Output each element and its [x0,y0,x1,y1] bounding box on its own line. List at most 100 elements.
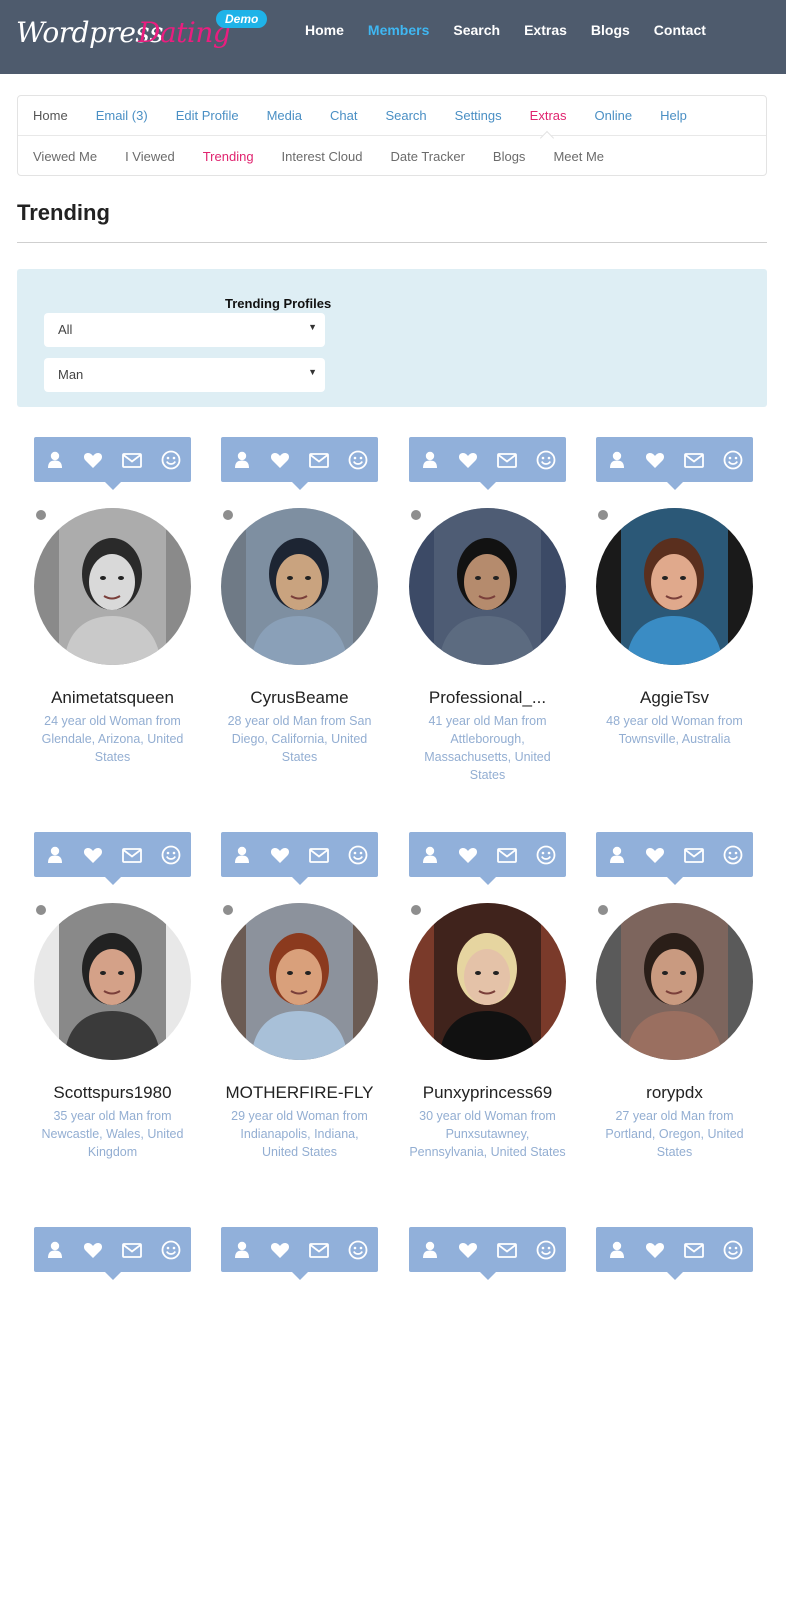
member-name[interactable]: Professional_... [399,688,576,708]
view-profile-button[interactable] [231,1239,253,1261]
profile-icon [44,449,66,471]
subnav-email[interactable]: Email (3) [96,108,148,123]
view-profile-button[interactable] [44,1239,66,1261]
member-name[interactable]: Punxyprincess69 [399,1083,576,1103]
send-message-button[interactable] [121,449,143,471]
trending-period-select[interactable]: All ▼ [44,313,325,347]
send-wink-button[interactable] [535,844,557,866]
subnav-interest-cloud[interactable]: Interest Cloud [282,149,363,164]
subnav-edit-profile[interactable]: Edit Profile [176,108,239,123]
subnav-media[interactable]: Media [267,108,302,123]
send-message-button[interactable] [308,1239,330,1261]
view-profile-button[interactable] [231,844,253,866]
mail-icon [683,1239,705,1261]
send-message-button[interactable] [121,844,143,866]
view-profile-button[interactable] [44,844,66,866]
subnav-date-tracker[interactable]: Date Tracker [390,149,464,164]
gender-select[interactable]: Man ▼ [44,358,325,392]
nav-search[interactable]: Search [453,22,500,38]
subnav-online[interactable]: Online [595,108,633,123]
add-favorite-button[interactable] [644,1239,666,1261]
view-profile-button[interactable] [419,449,441,471]
subnav-meet-me[interactable]: Meet Me [553,149,604,164]
add-favorite-button[interactable] [269,844,291,866]
subnav-trending[interactable]: Trending [203,149,254,164]
subnav-chat[interactable]: Chat [330,108,357,123]
add-favorite-button[interactable] [644,844,666,866]
member-avatar[interactable] [596,508,753,665]
view-profile-button[interactable] [606,449,628,471]
view-profile-button[interactable] [419,1239,441,1261]
member-name[interactable]: Animetatsqueen [24,688,201,708]
subnav-home[interactable]: Home [33,108,68,123]
member-avatar[interactable] [221,508,378,665]
subnav-viewed-me[interactable]: Viewed Me [33,149,97,164]
online-status-dot [222,904,234,916]
view-profile-button[interactable] [606,844,628,866]
add-favorite-button[interactable] [82,449,104,471]
send-message-button[interactable] [683,844,705,866]
view-profile-button[interactable] [44,449,66,471]
send-wink-button[interactable] [160,844,182,866]
send-wink-button[interactable] [160,449,182,471]
send-message-button[interactable] [121,1239,143,1261]
wink-icon [722,449,744,471]
nav-blogs[interactable]: Blogs [591,22,630,38]
member-avatar[interactable] [221,903,378,1060]
nav-contact[interactable]: Contact [654,22,706,38]
member-name[interactable]: CyrusBeame [211,688,388,708]
nav-extras[interactable]: Extras [524,22,567,38]
send-message-button[interactable] [683,449,705,471]
send-wink-button[interactable] [722,844,744,866]
profile-icon [419,844,441,866]
add-favorite-button[interactable] [269,449,291,471]
send-wink-button[interactable] [535,1239,557,1261]
send-wink-button[interactable] [347,449,369,471]
profile-icon [44,1239,66,1261]
send-wink-button[interactable] [535,449,557,471]
member-action-bar [409,437,566,490]
add-favorite-button[interactable] [82,1239,104,1261]
send-wink-button[interactable] [722,449,744,471]
add-favorite-button[interactable] [644,449,666,471]
member-description: 35 year old Man from Newcastle, Wales, U… [41,1109,184,1159]
view-profile-button[interactable] [419,844,441,866]
nav-home[interactable]: Home [305,22,344,38]
nav-members[interactable]: Members [368,22,429,38]
send-wink-button[interactable] [347,1239,369,1261]
member-avatar[interactable] [34,508,191,665]
member-name[interactable]: AggieTsv [586,688,763,708]
send-message-button[interactable] [496,1239,518,1261]
member-avatar[interactable] [34,903,191,1060]
add-favorite-button[interactable] [457,844,479,866]
member-avatar[interactable] [409,903,566,1060]
send-message-button[interactable] [496,844,518,866]
subnav-search[interactable]: Search [385,108,426,123]
send-wink-button[interactable] [722,1239,744,1261]
send-message-button[interactable] [308,844,330,866]
view-profile-button[interactable] [606,1239,628,1261]
member-card: Animetatsqueen 24 year old Woman from Gle… [34,437,194,817]
subnav-extras[interactable]: Extras [530,108,567,123]
member-avatar[interactable] [409,508,566,665]
add-favorite-button[interactable] [457,1239,479,1261]
send-message-button[interactable] [496,449,518,471]
subnav-help[interactable]: Help [660,108,687,123]
add-favorite-button[interactable] [82,844,104,866]
member-name[interactable]: MOTHERFIRE-FLY [211,1083,388,1103]
send-wink-button[interactable] [160,1239,182,1261]
subnav-i-viewed[interactable]: I Viewed [125,149,175,164]
send-message-button[interactable] [308,449,330,471]
profile-icon [231,1239,253,1261]
send-wink-button[interactable] [347,844,369,866]
subnav-blogs[interactable]: Blogs [493,149,526,164]
send-message-button[interactable] [683,1239,705,1261]
wink-icon [535,449,557,471]
view-profile-button[interactable] [231,449,253,471]
member-avatar[interactable] [596,903,753,1060]
add-favorite-button[interactable] [457,449,479,471]
add-favorite-button[interactable] [269,1239,291,1261]
member-name[interactable]: rorypdx [586,1083,763,1103]
member-name[interactable]: Scottspurs1980 [24,1083,201,1103]
subnav-settings[interactable]: Settings [455,108,502,123]
